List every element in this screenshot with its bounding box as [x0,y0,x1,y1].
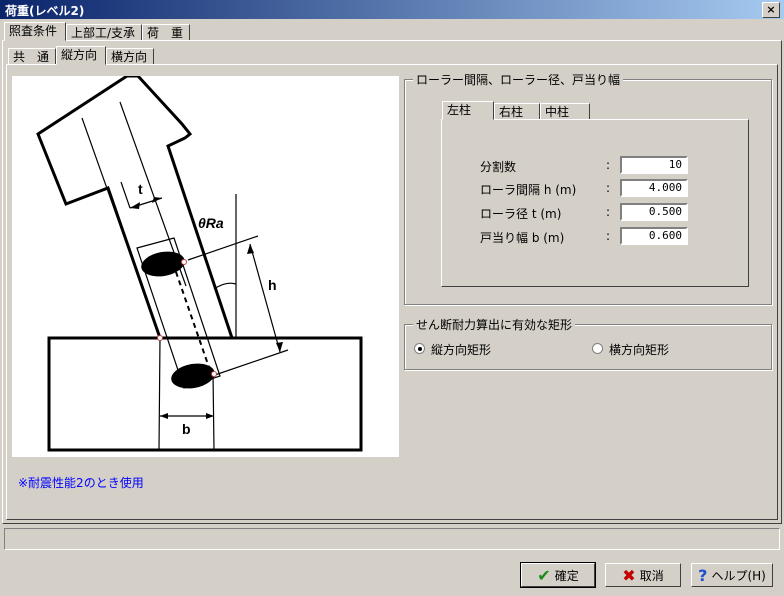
cancel-button[interactable]: ✖ 取消 [605,563,681,587]
roller-diameter-label: ローラ径 t (m) [480,207,562,221]
longitudinal-rect-label[interactable]: 縦方向矩形 [431,341,491,358]
transverse-rect-radio[interactable] [592,343,603,354]
roller-diameter-input[interactable]: 0.500 [620,203,688,221]
stopper-width-input[interactable]: 0.600 [620,227,688,245]
label-b: b [182,421,191,437]
x-icon: ✖ [622,565,636,585]
diagram-area: t θRa h b [12,74,399,457]
colon: : [606,205,611,219]
colon: : [606,181,611,195]
label-t: t [138,181,143,197]
tab-transverse[interactable]: 横方向 [106,48,154,65]
base-block [47,336,363,452]
help-button[interactable]: ? ヘルプ(H) [691,563,773,587]
roller-spacing-label: ローラ間隔 h (m) [480,183,577,197]
seismic-note: ※耐震性能2のとき使用 [18,476,144,490]
roller-tab-panel [441,119,749,287]
colon: : [606,229,611,243]
shear-group-title: せん断耐力算出に有効な矩形 [413,316,576,333]
tab-middle-column[interactable]: 中柱 [540,103,590,120]
help-label: ヘルプ(H) [711,568,766,583]
tab-load[interactable]: 荷 重 [142,24,190,41]
tab-check-conditions[interactable]: 照査条件 [4,22,66,41]
roller-bearing-diagram: t θRa h b [36,74,363,452]
label-h: h [268,277,277,293]
colon: : [606,158,611,172]
tab-common[interactable]: 共 通 [8,48,56,65]
tab-right-column[interactable]: 右柱 [494,103,540,120]
ok-button[interactable]: ✔ 確定 [520,562,596,588]
transverse-rect-label[interactable]: 横方向矩形 [609,341,669,358]
division-count-label: 分割数 [480,160,517,174]
stopper-width-label: 戸当り幅 b (m) [480,231,565,245]
tab-superstructure-bearing[interactable]: 上部工/支承 [66,24,142,41]
roller-group-title: ローラー間隔、ローラー径、戸当り幅 [413,71,624,88]
tab-longitudinal[interactable]: 縦方向 [56,46,106,65]
tab-left-column[interactable]: 左柱 [442,101,494,120]
label-theta-ra: θRa [198,215,224,231]
division-count-input[interactable]: 10 [620,156,688,174]
close-button[interactable]: × [762,2,780,18]
longitudinal-rect-radio[interactable] [414,343,425,354]
roller-spacing-input[interactable]: 4.000 [620,179,688,197]
window-title: 荷重(レベル2) [5,4,85,18]
status-bar [4,528,780,550]
cancel-label: 取消 [639,568,664,583]
title-bar: 荷重(レベル2) × [0,0,784,19]
question-icon: ? [698,565,708,585]
ok-label: 確定 [554,568,579,583]
check-icon: ✔ [537,565,551,585]
